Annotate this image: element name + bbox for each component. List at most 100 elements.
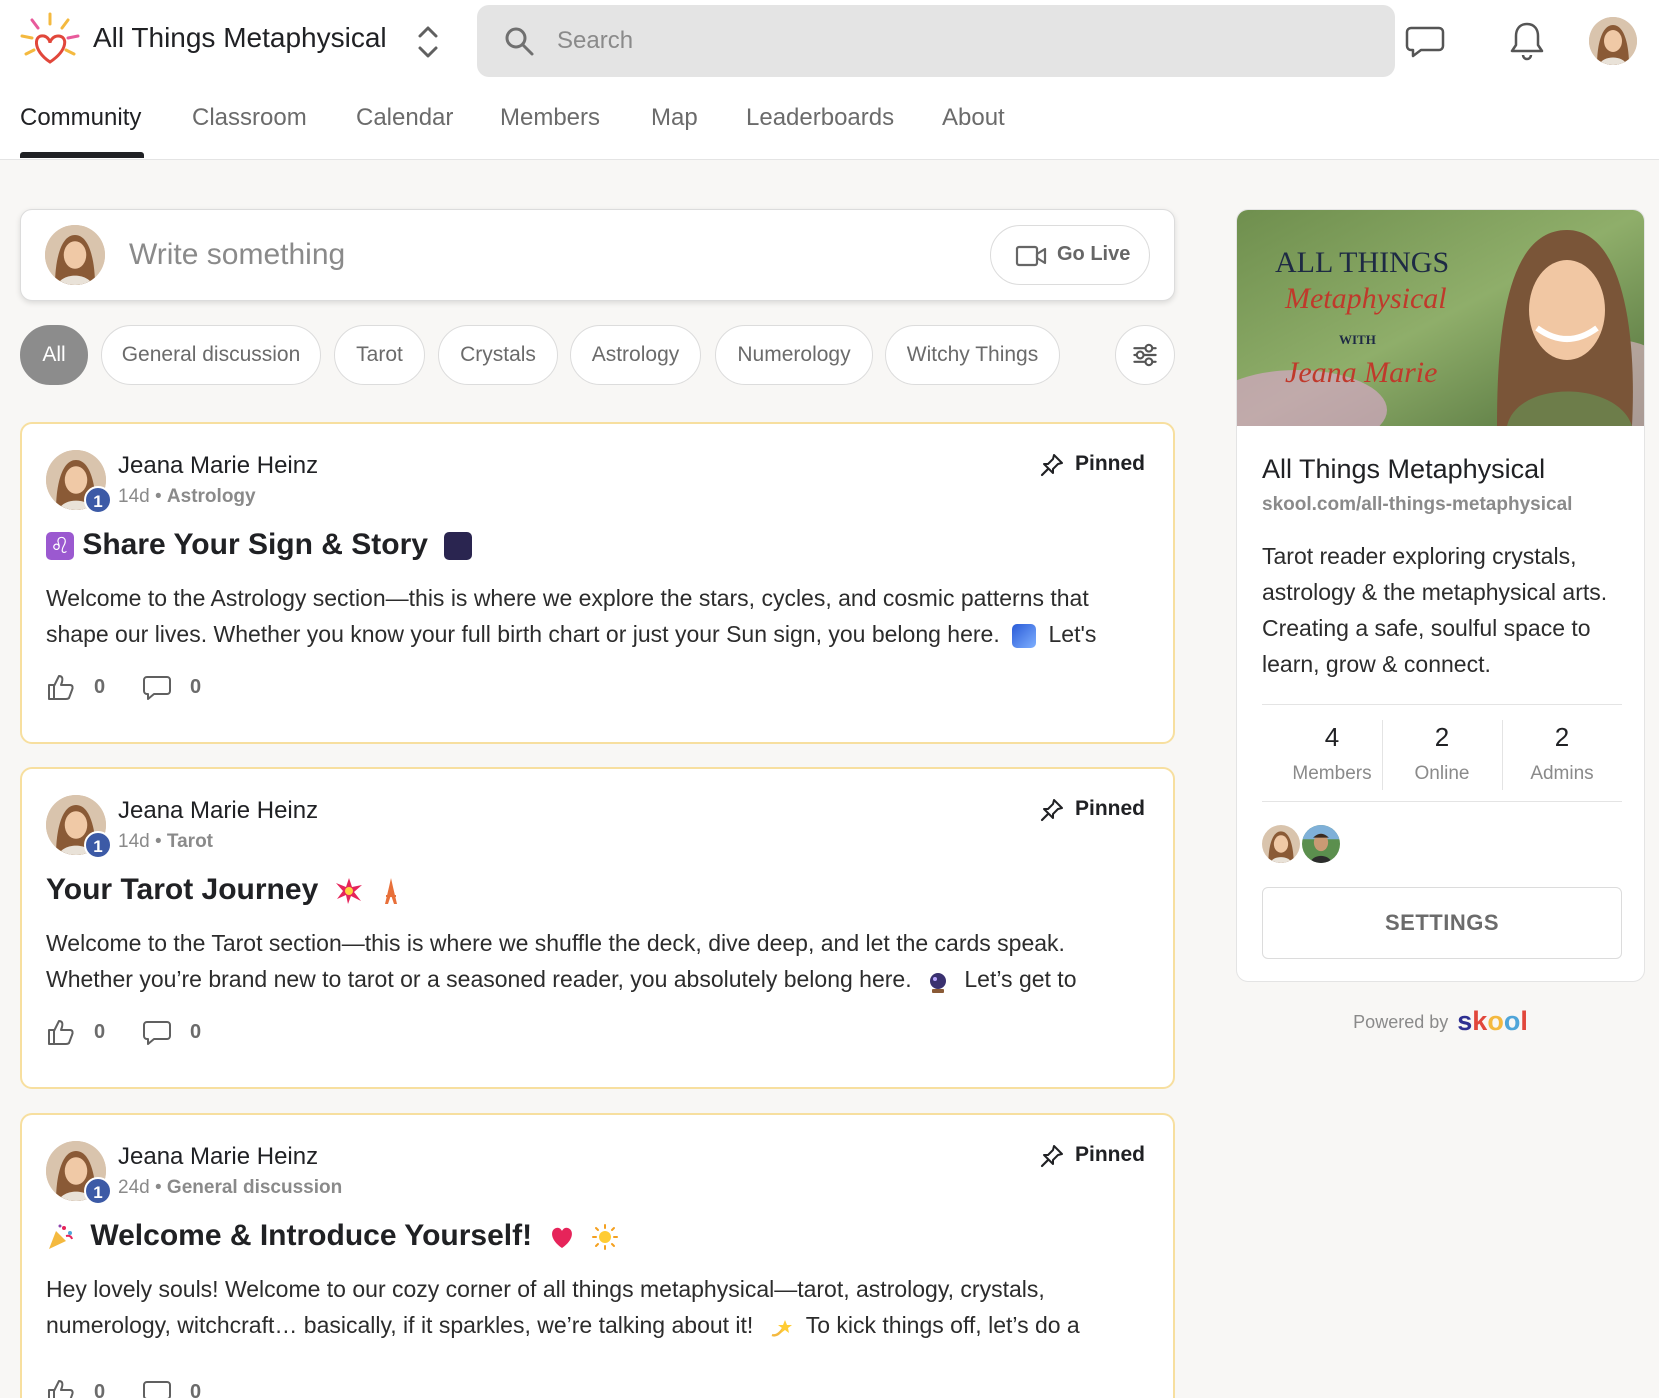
brand-letter: o (1503, 1006, 1521, 1036)
tab-calendar[interactable]: Calendar (356, 104, 453, 132)
member-avatar[interactable] (1262, 825, 1300, 863)
pinned-indicator: Pinned (1039, 1141, 1149, 1171)
filter-general-discussion[interactable]: General discussion (101, 325, 321, 385)
level-badge: 1 (84, 486, 112, 514)
heart-emoji (548, 1223, 576, 1251)
stat-label: Members (1292, 763, 1372, 784)
group-description: Tarot reader exploring crystals, astrolo… (1262, 543, 1608, 677)
tab-members[interactable]: Members (500, 104, 600, 132)
author-name[interactable]: Jeana Marie Heinz (118, 452, 318, 480)
post-age: 14d (118, 486, 150, 507)
go-live-label: Go Live (1057, 243, 1131, 265)
tab-leaderboards[interactable]: Leaderboards (746, 104, 894, 132)
post-category[interactable]: General discussion (167, 1177, 342, 1198)
stat-members[interactable]: 4 Members (1272, 722, 1392, 785)
pin-icon (1040, 1145, 1063, 1168)
search-bar[interactable] (477, 5, 1395, 77)
cover-text: WITH (1339, 332, 1376, 347)
post-body: Welcome to the Tarot section—this is whe… (46, 925, 1136, 997)
stat-admins[interactable]: 2 Admins (1502, 722, 1622, 785)
stat-label: Admins (1530, 763, 1594, 784)
post-meta: 14d • Tarot (118, 831, 214, 852)
filter-witchy-things[interactable]: Witchy Things (885, 325, 1060, 385)
video-camera-icon (1015, 245, 1047, 267)
switcher-icon[interactable] (414, 22, 442, 62)
post-title-text: Share Your Sign & Story (82, 528, 428, 561)
like-count: 0 (94, 676, 106, 698)
author-avatar[interactable]: 1 (46, 795, 112, 859)
like-count: 0 (94, 1381, 106, 1398)
filter-settings-button[interactable] (1115, 325, 1175, 385)
comment-count: 0 (190, 1381, 202, 1398)
stat-value: 4 (1324, 722, 1340, 752)
divider (1262, 704, 1622, 705)
tower-emoji (377, 877, 405, 905)
post-card[interactable]: 1 Jeana Marie Heinz 14d • Tarot Pinned Y… (20, 767, 1175, 1089)
tab-community[interactable]: Community (20, 104, 141, 132)
group-name[interactable]: All Things Metaphysical (93, 22, 387, 54)
post-category[interactable]: Tarot (167, 831, 213, 852)
comet-emoji (1012, 623, 1037, 648)
member-avatar[interactable] (1302, 825, 1340, 863)
bell-icon[interactable] (1505, 18, 1549, 62)
night-sky-emoji (444, 532, 473, 561)
post-card[interactable]: 1 Jeana Marie Heinz 14d • Astrology Pinn… (20, 422, 1175, 744)
leo-emoji: ♌ (46, 532, 74, 561)
stat-value: 2 (1554, 722, 1570, 752)
crystal-ball-emoji (926, 969, 950, 993)
avatar[interactable] (1589, 17, 1637, 65)
skool-logo[interactable]: skool (1457, 1006, 1528, 1036)
comment-icon[interactable] (142, 674, 172, 702)
author-name[interactable]: Jeana Marie Heinz (118, 1143, 318, 1171)
post-body-text: Welcome to the Tarot section—this is whe… (46, 930, 1065, 992)
comment-icon[interactable] (142, 1379, 172, 1398)
pinned-indicator: Pinned (1039, 795, 1149, 825)
search-input[interactable] (557, 19, 1357, 63)
composer-placeholder[interactable]: Write something (129, 238, 345, 272)
post-body: Hey lovely souls! Welcome to our cozy co… (46, 1271, 1136, 1343)
post-category[interactable]: Astrology (167, 486, 256, 507)
thumbs-up-icon[interactable] (46, 1377, 76, 1398)
group-url[interactable]: skool.com/all-things-metaphysical (1262, 494, 1572, 516)
post-body-end: Let’s get to (964, 966, 1077, 992)
settings-button[interactable]: SETTINGS (1262, 887, 1622, 959)
post-age: 14d (118, 831, 150, 852)
tab-map[interactable]: Map (651, 104, 698, 132)
stat-label: Online (1414, 763, 1470, 784)
pinned-label: Pinned (1075, 1143, 1146, 1166)
pinned-label: Pinned (1075, 452, 1146, 475)
filter-crystals[interactable]: Crystals (438, 325, 558, 385)
filter-tarot[interactable]: Tarot (334, 325, 425, 385)
thumbs-up-icon[interactable] (46, 1017, 76, 1047)
tab-about[interactable]: About (942, 104, 1005, 132)
filter-all[interactable]: All (20, 325, 88, 385)
post-title[interactable]: Welcome & Introduce Yourself! (46, 1219, 619, 1253)
go-live-button[interactable]: Go Live (990, 225, 1150, 285)
post-body-text: Welcome to the Astrology section—this is… (46, 585, 1089, 647)
thumbs-up-icon[interactable] (46, 672, 76, 702)
author-avatar[interactable]: 1 (46, 1141, 112, 1205)
tab-classroom[interactable]: Classroom (192, 104, 307, 132)
post-title[interactable]: Your Tarot Journey (46, 873, 405, 907)
logo-icon[interactable] (18, 10, 82, 74)
brand-letter: k (1472, 1006, 1488, 1036)
post-title[interactable]: ♌ Share Your Sign & Story (46, 528, 473, 562)
party-popper-emoji (46, 1223, 74, 1251)
filter-astrology[interactable]: Astrology (570, 325, 701, 385)
comment-icon[interactable] (142, 1019, 172, 1047)
top-header: All Things Metaphysical Community Classr… (0, 0, 1659, 160)
author-avatar[interactable]: 1 (46, 450, 112, 514)
post-body-end: Let's (1048, 621, 1097, 647)
post-card[interactable]: 1 Jeana Marie Heinz 24d • General discus… (20, 1113, 1175, 1398)
chat-icon[interactable] (1403, 18, 1447, 62)
cover-text: Jeana Marie (1285, 356, 1437, 389)
group-cover-image[interactable]: ALL THINGS Metaphysical WITH Jeana Marie (1237, 210, 1645, 426)
divider (1262, 801, 1622, 802)
post-composer[interactable]: Write something Go Live (20, 209, 1175, 301)
author-name[interactable]: Jeana Marie Heinz (118, 797, 318, 825)
sun-emoji (591, 1223, 619, 1251)
filter-numerology[interactable]: Numerology (715, 325, 873, 385)
stat-online[interactable]: 2 Online (1382, 722, 1502, 785)
group-title: All Things Metaphysical (1262, 454, 1546, 484)
post-meta: 24d • General discussion (118, 1177, 343, 1198)
